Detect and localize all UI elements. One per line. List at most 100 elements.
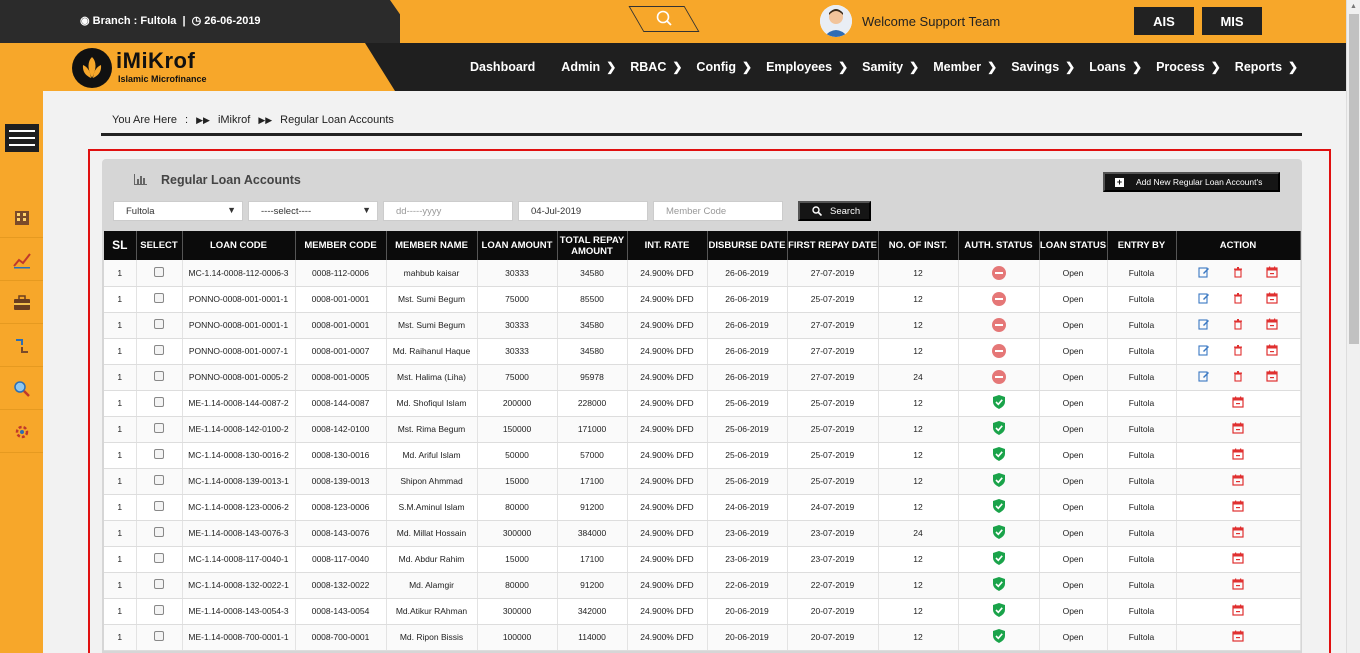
sidebar-building-icon[interactable] [0,196,43,238]
row-checkbox[interactable] [154,345,164,355]
calendar-icon[interactable] [1232,448,1244,460]
row-checkbox[interactable] [154,293,164,303]
nav-item-savings[interactable]: Savings ❯ [1011,60,1075,74]
row-checkbox[interactable] [154,527,164,537]
select-cell[interactable] [136,390,183,417]
row-checkbox[interactable] [154,605,164,615]
column-header[interactable]: TOTAL REPAY AMOUNT [557,231,628,260]
sidebar-transfer-icon[interactable] [0,325,43,367]
sidebar-settings-icon[interactable] [0,411,43,453]
table-row[interactable]: 1 ME-1.14-0008-143-0076-3 0008-143-0076 Md.… [104,520,1301,547]
date-from-input[interactable]: dd-----yyyy [383,201,513,221]
select-cell[interactable] [136,546,183,573]
action-cell[interactable] [1176,442,1301,469]
calendar-icon[interactable] [1266,292,1278,304]
calendar-icon[interactable] [1266,318,1278,330]
select-cell[interactable] [136,260,183,287]
row-checkbox[interactable] [154,579,164,589]
calendar-icon[interactable] [1232,604,1244,616]
edit-icon[interactable] [1198,370,1210,382]
scrollbar-thumb[interactable] [1349,14,1359,344]
table-row[interactable]: 1 ME-1.14-0008-144-0087-2 0008-144-0087 Md.… [104,390,1301,417]
calendar-icon[interactable] [1232,526,1244,538]
select-cell[interactable] [136,442,183,469]
member-code-input[interactable]: Member Code [653,201,783,221]
action-cell[interactable] [1176,260,1301,287]
action-cell[interactable] [1176,624,1301,651]
column-header[interactable]: LOAN STATUS [1039,231,1108,260]
column-header[interactable]: MEMBER CODE [295,231,387,260]
calendar-icon[interactable] [1232,422,1244,434]
action-cell[interactable] [1176,598,1301,625]
table-row[interactable]: 1 MC-1.14-0008-139-0013-1 0008-139-0013 Shi… [104,468,1301,495]
column-header[interactable]: SELECT [136,231,183,260]
action-cell[interactable] [1176,416,1301,443]
logo-area[interactable]: iMiKrof Islamic Microfinance [0,43,395,91]
nav-item-rbac[interactable]: RBAC ❯ [630,60,682,74]
select-cell[interactable] [136,364,183,391]
table-row[interactable]: 1 ME-1.14-0008-143-0054-3 0008-143-0054 Md.… [104,598,1301,625]
row-checkbox[interactable] [154,266,164,277]
column-header[interactable]: SL [104,231,137,260]
table-row[interactable]: 1 ME-1.14-0008-700-0001-1 0008-700-0001 Md.… [104,624,1301,651]
select-cell[interactable] [136,572,183,599]
action-cell[interactable] [1176,572,1301,599]
action-cell[interactable] [1176,364,1301,391]
row-checkbox[interactable] [154,319,164,329]
branch-select[interactable]: Fultola ▼ [113,201,243,221]
table-row[interactable]: 1 MC-1.14-0008-123-0006-2 0008-123-0006 S.M… [104,494,1301,521]
action-cell[interactable] [1176,286,1301,313]
nav-item-dashboard[interactable]: Dashboard [470,60,535,74]
row-checkbox[interactable] [154,553,164,563]
table-row[interactable]: 1 PONNO-0008-001-0001-1 0008-001-0001 Mst. … [104,286,1301,313]
action-cell[interactable] [1176,520,1301,547]
search-button[interactable]: Search [798,201,871,221]
table-row[interactable]: 1 MC-1.14-0008-132-0022-1 0008-132-0022 Md.… [104,572,1301,599]
row-checkbox[interactable] [154,371,164,381]
welcome-area[interactable]: Welcome Support Team [820,5,1000,37]
table-row[interactable]: 1 PONNO-0008-001-0005-2 0008-001-0005 Mst. … [104,364,1301,391]
column-header[interactable]: NO. OF INST. [878,231,959,260]
page-scrollbar[interactable]: ▲ [1346,0,1360,653]
column-header[interactable]: FIRST REPAY DATE [787,231,879,260]
trash-icon[interactable] [1232,266,1244,278]
edit-icon[interactable] [1198,318,1210,330]
trash-icon[interactable] [1232,370,1244,382]
select-cell[interactable] [136,468,183,495]
row-checkbox[interactable] [154,423,164,433]
add-loan-account-button[interactable]: + Add New Regular Loan Account's [1103,172,1280,192]
product-select[interactable]: ----select---- ▼ [248,201,378,221]
calendar-icon[interactable] [1266,370,1278,382]
column-header[interactable]: DISBURSE DATE [707,231,788,260]
select-cell[interactable] [136,520,183,547]
row-checkbox[interactable] [154,475,164,485]
ais-button[interactable]: AIS [1134,7,1194,35]
table-row[interactable]: 1 MC-1.14-0008-130-0016-2 0008-130-0016 Md.… [104,442,1301,469]
select-cell[interactable] [136,624,183,651]
calendar-icon[interactable] [1232,552,1244,564]
action-cell[interactable] [1176,468,1301,495]
trash-icon[interactable] [1232,344,1244,356]
action-cell[interactable] [1176,312,1301,339]
select-cell[interactable] [136,598,183,625]
edit-icon[interactable] [1198,344,1210,356]
table-row[interactable]: 1 PONNO-0008-001-0007-1 0008-001-0007 Md. R… [104,338,1301,365]
table-row[interactable]: 1 MC-1.14-0008-112-0006-3 0008-112-0006 mah… [104,260,1301,287]
column-header[interactable]: MEMBER NAME [386,231,478,260]
calendar-icon[interactable] [1232,578,1244,590]
calendar-icon[interactable] [1266,266,1278,278]
column-header[interactable]: ENTRY BY [1107,231,1177,260]
nav-item-admin[interactable]: Admin ❯ [561,60,616,74]
calendar-icon[interactable] [1232,630,1244,642]
table-row[interactable]: 1 ME-1.14-0008-142-0100-2 0008-142-0100 Mst… [104,416,1301,443]
nav-item-process[interactable]: Process ❯ [1156,60,1221,74]
user-avatar[interactable] [820,5,852,37]
action-cell[interactable] [1176,494,1301,521]
action-cell[interactable] [1176,390,1301,417]
row-checkbox[interactable] [154,397,164,407]
calendar-icon[interactable] [1232,396,1244,408]
column-header[interactable]: ACTION [1176,231,1301,260]
calendar-icon[interactable] [1232,500,1244,512]
nav-item-config[interactable]: Config ❯ [696,60,752,74]
column-header[interactable]: INT. RATE [627,231,708,260]
